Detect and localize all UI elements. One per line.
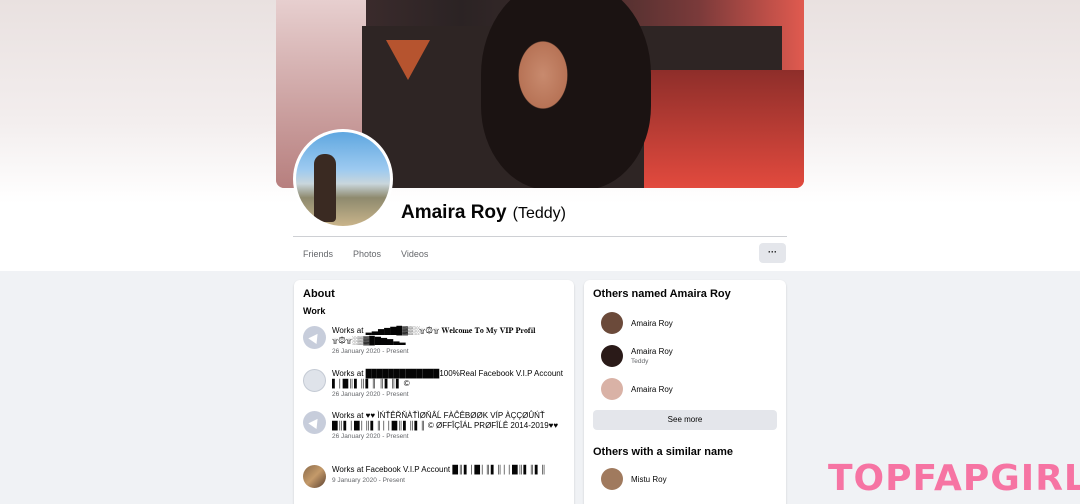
profile-tabs: Friends Photos Videos: [293, 244, 438, 264]
others-named-title: Others named Amaira Roy: [593, 288, 731, 300]
watermark-logo: TOPFAPGIRLS: [828, 458, 1080, 499]
header-divider: [293, 236, 787, 237]
avatar[interactable]: [601, 312, 623, 334]
work-item-date: 26 January 2020 - Present: [332, 433, 409, 440]
avatar[interactable]: [601, 378, 623, 400]
others-named-card: Others named Amaira Roy Amaira Roy Amair…: [584, 280, 786, 504]
person-row[interactable]: Amaira Roy: [601, 378, 777, 400]
see-more-button[interactable]: See more: [593, 410, 777, 430]
avatar[interactable]: [601, 468, 623, 490]
work-item-text[interactable]: Works at ♥♥ ÌŃŤÊŘŇÀŤÌØŇÂĹ FÀĈÊBØØK VÍP À…: [332, 411, 565, 431]
profile-alternate-name: (Teddy): [512, 205, 566, 222]
about-card: About Work Works at ▂▃▅▆▇█▓▒░۩۞۩ 𝐖𝐞𝐥𝐜𝐨𝐦𝐞…: [294, 280, 574, 504]
person-subtitle: Teddy: [631, 358, 649, 365]
tab-photos[interactable]: Photos: [343, 244, 391, 264]
work-section-title: Work: [303, 306, 326, 316]
profile-picture-image: [296, 132, 390, 226]
work-item-date: 9 January 2020 - Present: [332, 477, 405, 484]
person-row[interactable]: Mistu Roy: [601, 468, 777, 490]
profile-name-row: Amaira Roy (Teddy): [401, 202, 566, 224]
more-options-button[interactable]: ···: [759, 243, 786, 263]
person-row[interactable]: Amaira Roy: [601, 312, 777, 334]
about-title: About: [303, 288, 335, 300]
work-item-text[interactable]: Works at █████████████100%Real Facebook …: [332, 369, 565, 389]
person-name[interactable]: Mistu Roy: [631, 475, 667, 484]
person-name[interactable]: Amaira Roy: [631, 347, 673, 356]
avatar[interactable]: [601, 345, 623, 367]
briefcase-icon: [303, 326, 326, 349]
work-item: Works at Facebook V.I.P Account █║▌│█│║▌…: [303, 465, 565, 488]
work-item-text[interactable]: Works at ▂▃▅▆▇█▓▒░۩۞۩ 𝐖𝐞𝐥𝐜𝐨𝐦𝐞 𝐓𝐨 𝐌𝐲 𝐕𝐈𝐏 …: [332, 326, 565, 346]
work-item: Works at █████████████100%Real Facebook …: [303, 369, 565, 398]
photo-icon: [303, 465, 326, 488]
cover-light: [644, 70, 804, 188]
person-row[interactable]: Amaira Roy Teddy: [601, 345, 777, 367]
work-item-text[interactable]: Works at Facebook V.I.P Account █║▌│█│║▌…: [332, 465, 546, 475]
briefcase-icon: [303, 411, 326, 434]
person-name[interactable]: Amaira Roy: [631, 385, 673, 394]
work-item-date: 26 January 2020 - Present: [332, 391, 409, 398]
tab-friends[interactable]: Friends: [293, 244, 343, 264]
tab-videos[interactable]: Videos: [391, 244, 438, 264]
work-item: Works at ▂▃▅▆▇█▓▒░۩۞۩ 𝐖𝐞𝐥𝐜𝐨𝐦𝐞 𝐓𝐨 𝐌𝐲 𝐕𝐈𝐏 …: [303, 326, 565, 355]
page-icon: [303, 369, 326, 392]
work-item: Works at ♥♥ ÌŃŤÊŘŇÀŤÌØŇÂĹ FÀĈÊBØØK VÍP À…: [303, 411, 565, 440]
person-name[interactable]: Amaira Roy: [631, 319, 673, 328]
profile-name: Amaira Roy: [401, 202, 507, 223]
work-item-date: 26 January 2020 - Present: [332, 348, 409, 355]
similar-name-title: Others with a similar name: [593, 446, 733, 458]
cover-subject: [481, 0, 651, 188]
profile-picture[interactable]: [293, 129, 393, 229]
profile-picture-figure: [314, 154, 336, 222]
cover-pattern: [386, 40, 430, 80]
